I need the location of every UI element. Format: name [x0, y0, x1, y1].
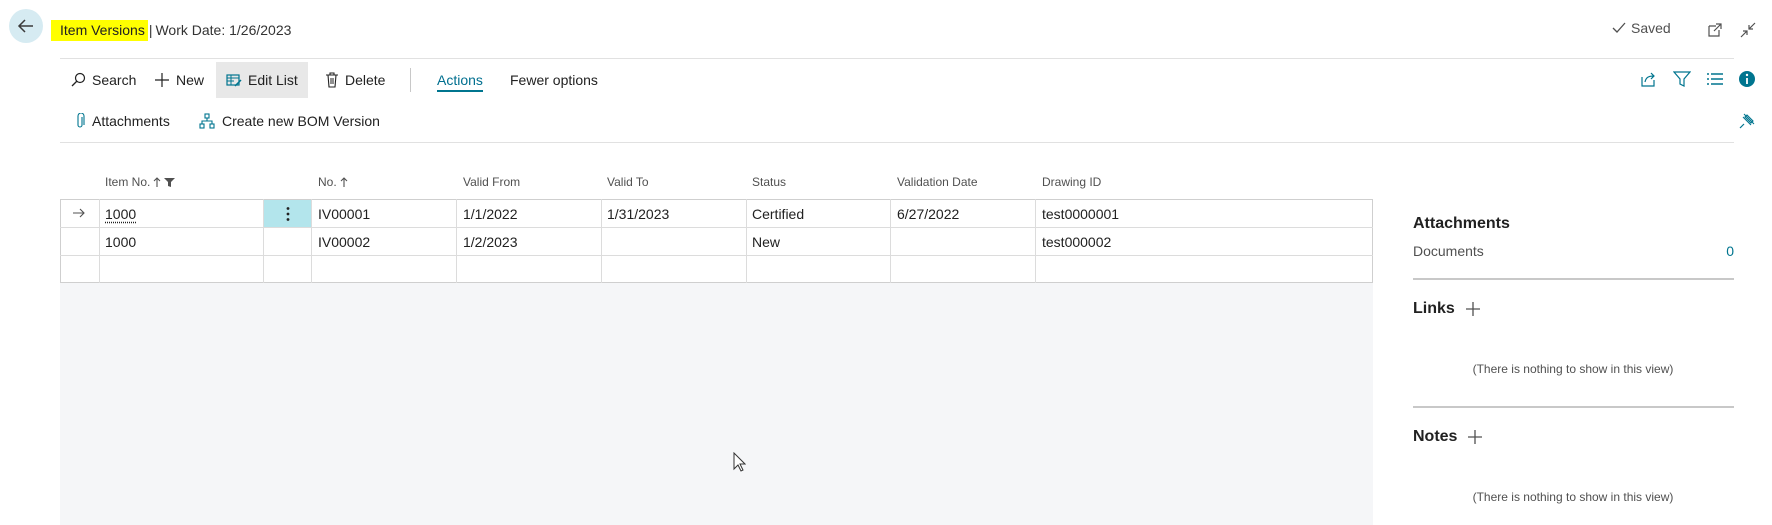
column-header-validation-date[interactable]: Validation Date	[897, 175, 978, 189]
column-header-valid-from[interactable]: Valid From	[463, 175, 520, 189]
search-icon	[71, 72, 86, 87]
column-divider	[99, 199, 100, 283]
column-divider	[456, 199, 457, 283]
search-label: Search	[92, 72, 137, 88]
sort-ascending-icon	[340, 176, 348, 187]
pin-icon	[1739, 113, 1755, 129]
list-icon	[1707, 73, 1723, 85]
factbox-divider	[1413, 406, 1734, 408]
row-divider	[60, 227, 1373, 228]
factbox-notes-title: Notes	[1413, 428, 1458, 445]
trash-icon	[326, 72, 338, 88]
add-link-icon[interactable]	[1465, 301, 1481, 317]
share-icon	[1641, 72, 1655, 87]
row1-status[interactable]: Certified	[752, 200, 804, 228]
action-bar-divider	[60, 142, 1734, 143]
row2-drawing-id[interactable]: test000002	[1042, 228, 1111, 256]
column-divider	[601, 199, 602, 283]
open-in-new-window-icon	[1708, 23, 1722, 37]
header-divider	[60, 58, 1734, 59]
attachments-button[interactable]: Attachments	[75, 107, 170, 135]
column-header-drawing-id[interactable]: Drawing ID	[1042, 175, 1101, 189]
fewer-options-label: Fewer options	[510, 72, 598, 88]
tab-actions-label: Actions	[437, 72, 483, 88]
column-divider	[746, 199, 747, 283]
filter-icon	[164, 177, 176, 187]
delete-button[interactable]: Delete	[325, 62, 385, 98]
column-header-valid-to[interactable]: Valid To	[607, 175, 649, 189]
filter-icon	[1673, 71, 1691, 87]
column-header-item-no[interactable]: Item No.	[105, 175, 176, 189]
row2-status[interactable]: New	[752, 228, 780, 256]
column-divider	[1035, 199, 1036, 283]
new-button[interactable]: New	[154, 62, 204, 98]
row2-item-no[interactable]: 1000	[105, 228, 136, 256]
column-divider	[311, 199, 312, 283]
collapse-button[interactable]	[1738, 20, 1758, 40]
new-label: New	[176, 72, 205, 88]
page-title-bar: Item Versions | Work Date: 1/26/2023	[51, 18, 291, 42]
title-separator: |	[148, 22, 153, 38]
row1-valid-to[interactable]: 1/31/2023	[607, 200, 669, 228]
plus-icon	[155, 73, 169, 87]
back-button[interactable]	[9, 9, 43, 43]
collapse-icon	[1740, 22, 1756, 38]
share-button[interactable]	[1639, 70, 1657, 88]
attachments-label: Attachments	[92, 113, 170, 129]
row1-no[interactable]: IV00001	[318, 200, 370, 228]
factbox-links-title: Links	[1413, 300, 1455, 317]
row1-item-no[interactable]: 1000	[105, 200, 136, 228]
current-row-arrow-icon	[72, 207, 86, 219]
work-date: Work Date: 1/26/2023	[155, 22, 292, 38]
factbox-divider	[1413, 278, 1734, 280]
edit-list-label: Edit List	[248, 72, 298, 88]
open-new-window-button[interactable]	[1705, 20, 1725, 40]
action-separator	[410, 68, 411, 92]
search-button[interactable]: Search	[70, 62, 136, 98]
column-divider	[890, 199, 891, 283]
column-header-status[interactable]: Status	[752, 175, 786, 189]
sort-ascending-icon	[153, 176, 161, 187]
items-grid	[60, 199, 1373, 283]
edit-list-button[interactable]: Edit List	[216, 62, 308, 98]
documents-label: Documents	[1413, 243, 1484, 259]
arrow-left-icon	[17, 19, 33, 33]
personalize-button[interactable]	[1738, 112, 1756, 130]
row2-no[interactable]: IV00002	[318, 228, 370, 256]
active-tab-indicator	[437, 90, 483, 92]
create-bom-version-label: Create new BOM Version	[222, 113, 380, 129]
documents-count[interactable]: 0	[1720, 243, 1734, 259]
row1-drawing-id[interactable]: test0000001	[1042, 200, 1119, 228]
delete-label: Delete	[345, 72, 386, 88]
links-empty-message: (There is nothing to show in this view)	[1472, 362, 1674, 376]
more-options-icon	[286, 206, 289, 221]
checkmark-icon	[1612, 22, 1626, 33]
column-header-no[interactable]: No.	[318, 175, 348, 189]
row1-validation-date[interactable]: 6/27/2022	[897, 200, 959, 228]
row2-valid-from[interactable]: 1/2/2023	[463, 228, 518, 256]
factbox-notes-header: Notes	[1413, 428, 1483, 446]
tab-actions[interactable]: Actions	[437, 62, 483, 98]
edit-list-icon	[226, 74, 242, 87]
list-view-button[interactable]	[1706, 70, 1724, 88]
saved-status: Saved	[1612, 20, 1671, 36]
factbox-links-header: Links	[1413, 300, 1481, 318]
notes-empty-message: (There is nothing to show in this view)	[1472, 490, 1674, 504]
paperclip-icon	[77, 113, 85, 128]
add-note-icon[interactable]	[1467, 429, 1483, 445]
filter-button[interactable]	[1673, 70, 1691, 88]
page-title: Item Versions	[51, 19, 148, 41]
hierarchy-icon	[199, 113, 215, 129]
mouse-cursor-icon	[733, 452, 746, 472]
fewer-options-button[interactable]: Fewer options	[510, 62, 598, 98]
row-actions-button[interactable]	[264, 200, 311, 227]
row-divider	[60, 255, 1373, 256]
info-button[interactable]	[1738, 70, 1756, 88]
create-bom-version-button[interactable]: Create new BOM Version	[199, 107, 380, 135]
saved-label: Saved	[1631, 20, 1671, 36]
row1-valid-from[interactable]: 1/1/2022	[463, 200, 518, 228]
factbox-attachments-title: Attachments	[1413, 215, 1510, 232]
info-icon	[1739, 71, 1755, 87]
grid-empty-area	[60, 283, 1373, 525]
